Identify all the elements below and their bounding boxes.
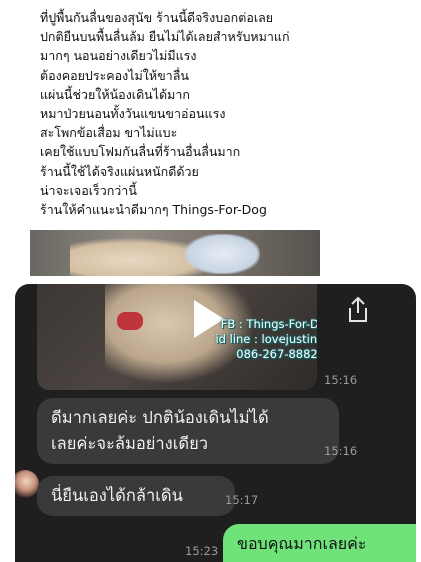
contact-watermark: FB : Things-For-Dog id line : lovejustin… [207,317,317,362]
review-line: หมาป่วยนอนทั้งวันแขนขาอ่อนแรง [40,106,226,122]
review-line: ร้านนี้ใช้ได้จริงแผ่นหนักดีด้วย [40,163,199,179]
dog-shoe [117,312,143,330]
message-text: เลยค่ะจะล้มอย่างเดียว [51,434,209,453]
share-button[interactable] [346,296,370,324]
chat-screenshot: FB : Things-For-Dog id line : lovejustin… [15,284,416,562]
review-line: ที่ปูพื้นกันลื่นของสุนัข ร้านนี้ดีจริงบอ… [40,10,274,25]
review-line: ต้องคอยประคองไม่ให้ขาลื่น [40,67,189,83]
review-line: น่าจะเจอเร็วกว่านี้ [40,182,137,198]
watermark-fb: FB : Things-For-Dog [220,317,317,331]
video-message[interactable]: FB : Things-For-Dog id line : lovejustin… [37,284,317,390]
message-bubble: ดีมากเลยค่ะ ปกติน้องเดินไม่ได้ เลยค่ะจะล… [37,398,339,464]
review-line: เคยใช้แบบโฟมกันลื่นที่ร้านอื่นลื่นมาก [40,144,241,160]
share-icon [349,296,367,322]
review-line: แผ่นนี้ช่วยให้น้องเดินได้มาก [40,86,190,102]
review-line: ปกติยืนบนพื้นลื่นล้ม ยืนไม่ได้เลยสำหรับห… [40,29,290,45]
dog-diaper [185,234,260,274]
video-time: 15:16 [324,373,358,387]
watermark-phone: 086-267-8882 [236,347,317,361]
dog-photo [30,230,320,276]
avatar[interactable] [15,470,39,498]
review-line: มากๆ นอนอย่างเดียวไม่มีแรง [40,48,197,64]
review-line: สะโพกข้อเสื่อม ขาไม่แบะ [40,125,178,141]
message-time: 15:23 [185,544,219,558]
review-text: ที่ปูพื้นกันลื่นของสุนัข ร้านนี้ดีจริงบอ… [40,8,410,219]
message-text: ดีมากเลยค่ะ ปกติน้องเดินไม่ได้ [51,408,269,427]
message-time: 15:16 [324,444,358,458]
review-line: ร้านให้คำแนะนำดีมากๆ Things-For-Dog [40,202,267,218]
message-time: 15:17 [225,493,259,507]
watermark-line-id: id line : lovejustinboo [215,332,317,346]
my-message-bubble: ขอบคุณมากเลยค่ะ [223,524,416,562]
message-bubble: นี่ยืนเองได้กล้าเดิน [37,476,235,516]
